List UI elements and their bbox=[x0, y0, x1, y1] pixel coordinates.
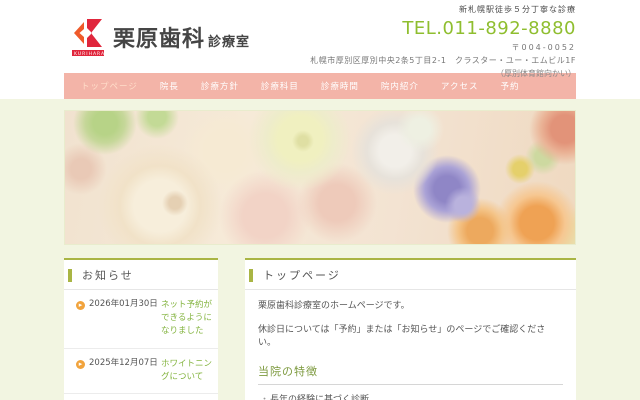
news-date: 2026年01月30日 bbox=[89, 299, 158, 309]
features-list: 長年の経験に基づく診断。 丁寧なカウンセリング。 JR「新札幌」駅から徒歩3分の… bbox=[258, 393, 563, 400]
brand-k-mark-icon: KURIHARA bbox=[72, 19, 105, 57]
nav-item-hours[interactable]: 診療時間 bbox=[310, 80, 370, 92]
toppage-heading: トップページ bbox=[245, 260, 576, 290]
brand-caption: KURIHARA bbox=[74, 51, 105, 57]
news-link[interactable]: ネット予約ができるようになりました bbox=[161, 299, 212, 339]
news-row: ▸ 2025年12月07日 ホワイトニングについて bbox=[64, 347, 218, 393]
news-link[interactable]: ホワイトニングについて bbox=[161, 358, 212, 384]
news-heading: お知らせ bbox=[64, 260, 218, 290]
news-title: お知らせ bbox=[82, 269, 134, 282]
arrow-circle-icon: ▸ bbox=[76, 359, 85, 369]
nav-item-director[interactable]: 院長 bbox=[149, 80, 190, 92]
hero-flower-banner bbox=[64, 110, 576, 245]
site-logo[interactable]: KURIHARA 栗原歯科 診療室 bbox=[70, 15, 250, 59]
news-row: ▸ 2025年12月01日 2026年1月～2026年7月休診日 bbox=[64, 392, 218, 400]
toppage-panel: トップページ 栗原歯科診療室のホームページです。 休診日については「予約」または… bbox=[245, 258, 576, 400]
feature-item: 長年の経験に基づく診断。 bbox=[260, 393, 563, 400]
intro-text: 栗原歯科診療室のホームページです。 bbox=[258, 301, 410, 311]
heading-accent-bar bbox=[249, 268, 253, 282]
address-note: （厚別体育館向かい） bbox=[496, 69, 576, 78]
nav-item-services[interactable]: 診療科目 bbox=[250, 80, 310, 92]
site-header: KURIHARA 栗原歯科 診療室 新札幌駅徒歩５分丁寧な診療 TEL.011-… bbox=[0, 0, 640, 99]
holiday-note-text: 休診日については「予約」または「お知らせ」のページでご確認ください。 bbox=[258, 324, 546, 349]
brand-suffix: 診療室 bbox=[208, 35, 251, 50]
header-contact-block: 新札幌駅徒歩５分丁寧な診療 TEL.011-892-8880 〒004-0052… bbox=[310, 4, 576, 79]
news-panel: お知らせ ▸ 2026年01月30日 ネット予約ができるようになりました ▸ 2… bbox=[64, 258, 218, 400]
news-date: 2025年12月07日 bbox=[89, 357, 158, 368]
news-row: ▸ 2026年01月30日 ネット予約ができるようになりました bbox=[64, 290, 218, 348]
nav-item-top[interactable]: トップページ bbox=[70, 80, 149, 92]
heading-accent-bar bbox=[68, 268, 72, 282]
address: 札幌市厚別区厚別中央2条5丁目2-1 クラスター・ユー・エムビル1F bbox=[310, 56, 576, 65]
catchphrase: 新札幌駅徒歩５分丁寧な診療 bbox=[459, 5, 576, 14]
nav-item-clinic[interactable]: 院内紹介 bbox=[370, 80, 430, 92]
nav-item-access[interactable]: アクセス bbox=[430, 80, 490, 92]
brand-name: 栗原歯科 bbox=[113, 27, 206, 52]
arrow-circle-icon: ▸ bbox=[76, 301, 85, 310]
features-title: 当院の特徴 bbox=[258, 363, 563, 385]
phone-number: TEL.011-892-8880 bbox=[402, 18, 576, 39]
brand-text: 栗原歯科 診療室 bbox=[113, 21, 250, 53]
nav-item-reserve[interactable]: 予約 bbox=[490, 80, 531, 92]
main-content: お知らせ ▸ 2026年01月30日 ネット予約ができるようになりました ▸ 2… bbox=[64, 258, 576, 400]
toppage-title: トップページ bbox=[263, 269, 341, 282]
nav-item-policy[interactable]: 診療方針 bbox=[190, 80, 250, 92]
postal-code: 〒004-0052 bbox=[511, 43, 576, 52]
